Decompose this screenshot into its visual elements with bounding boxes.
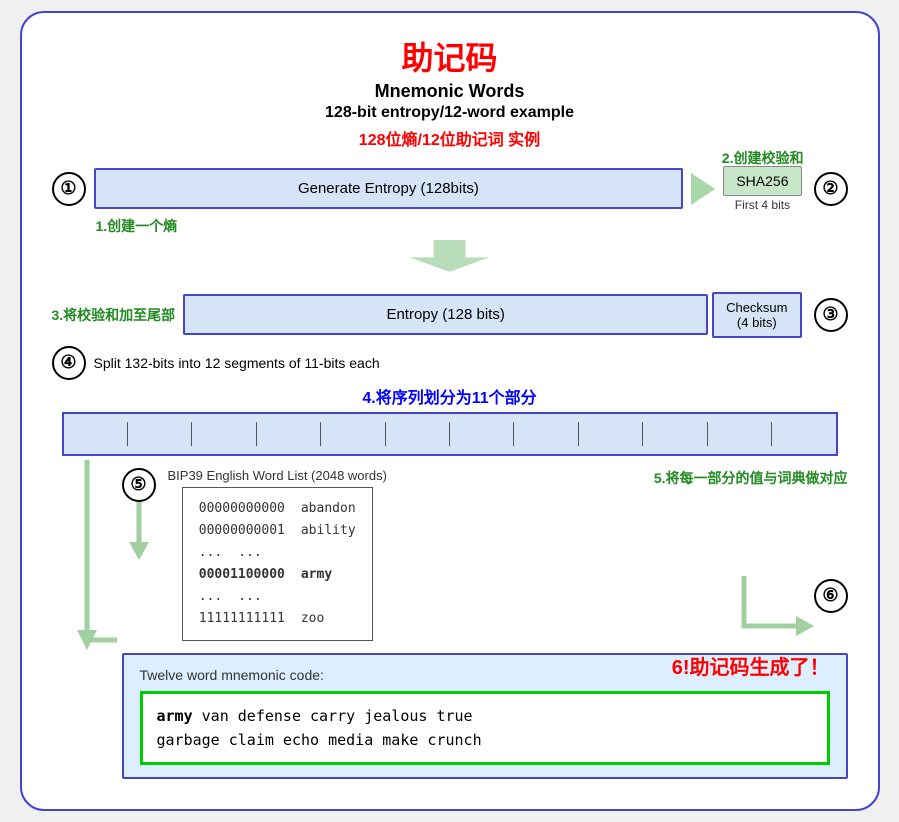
step6-circle: ⑥ xyxy=(814,579,848,613)
bip39-row-zoo: 11111111111 zoo xyxy=(199,608,356,630)
fat-arrow-shape xyxy=(410,240,490,272)
sha-col: SHA256 First 4 bits xyxy=(723,166,801,212)
main-container: 助记码 Mnemonic Words 128-bit entropy/12-wo… xyxy=(20,11,880,812)
step3-circle: ③ xyxy=(814,298,848,332)
step5-to-6-arrow xyxy=(734,556,814,636)
step6-arrow-col: ⑥ xyxy=(734,556,848,636)
sha-box: SHA256 xyxy=(723,166,801,196)
left-arrow-svg xyxy=(57,460,117,680)
mnemonic-rest: van defense carry jealous truegarbage cl… xyxy=(157,707,482,749)
step5-zh-label: 5.将每一部分的值与词典做对应 xyxy=(654,468,848,488)
step1-circle: ① xyxy=(52,172,86,206)
right-main: ⑤ BIP39 English Word List (2048 words) 0… xyxy=(122,460,848,780)
bip39-row-0: 00000000000 abandon xyxy=(199,498,356,520)
mnemonic-first-word: army xyxy=(157,707,193,725)
step2-circle: ② xyxy=(814,172,848,206)
step3-circle-wrap: ③ xyxy=(814,298,848,332)
step3-zh-label: 3.将校验和加至尾部 xyxy=(52,305,176,325)
step5-down-arrow xyxy=(124,502,154,562)
step4-circle: ④ xyxy=(52,346,86,380)
step1-entropy-box: Generate Entropy (128bits) xyxy=(94,168,684,209)
step5-area: ⑤ BIP39 English Word List (2048 words) 0… xyxy=(122,468,848,642)
step1-zh-label: 1.创建一个熵 xyxy=(96,216,848,236)
wordlist-col: BIP39 English Word List (2048 words) 000… xyxy=(168,468,387,642)
step2-zh-label: 2.创建校验和 xyxy=(722,148,804,168)
left-arrows xyxy=(52,460,122,780)
down-arrow-1 xyxy=(52,240,848,272)
step4-label: Split 132-bits into 12 segments of 11-bi… xyxy=(94,355,380,371)
step3-entropy-box: Entropy (128 bits) xyxy=(183,294,708,335)
step1-arrow xyxy=(691,173,715,205)
mnemonic-section: 6!助记码生成了！ Twelve word mnemonic code: arm… xyxy=(122,653,848,779)
bip39-row-army: 00001100000 army xyxy=(199,564,356,586)
bip39-box: 00000000000 abandon 00000000001 ability … xyxy=(182,487,373,642)
bip39-row-dots1: ... ... xyxy=(199,542,356,564)
step5-circle-col: ⑤ xyxy=(122,468,156,562)
title-zh: 助记码 xyxy=(52,33,848,79)
lower-section: ⑤ BIP39 English Word List (2048 words) 0… xyxy=(52,460,848,780)
bip39-row-dots2: ... ... xyxy=(199,586,356,608)
step6-zh-label: 6!助记码生成了！ xyxy=(672,651,830,680)
bip39-row-1: 00000000001 ability xyxy=(199,520,356,542)
step4-zh-label: 4.将序列划分为11个部分 xyxy=(52,384,848,408)
step4-desc-row: ④ Split 132-bits into 12 segments of 11-… xyxy=(52,346,848,380)
checksum-label: Checksum(4 bits) xyxy=(726,300,787,330)
title-en: Mnemonic Words xyxy=(52,81,848,102)
step1-row: ① Generate Entropy (128bits) SHA256 Firs… xyxy=(52,166,848,212)
mnemonic-code-box: army van defense carry jealous truegarba… xyxy=(140,691,830,765)
subtitle-en: 128-bit entropy/12-word example xyxy=(52,104,848,122)
first4-label: First 4 bits xyxy=(735,198,790,212)
step5-circle: ⑤ xyxy=(122,468,156,502)
step3-row: 3.将校验和加至尾部 Entropy (128 bits) Checksum(4… xyxy=(52,292,848,338)
bip39-label: BIP39 English Word List (2048 words) xyxy=(168,468,387,483)
checksum-box: Checksum(4 bits) xyxy=(712,292,801,338)
step5-right-col: 5.将每一部分的值与词典做对应 ⑥ xyxy=(399,468,848,636)
subtitle-zh: 128位熵/12位助记词 实例 xyxy=(52,126,848,150)
segments-bar xyxy=(62,412,838,456)
